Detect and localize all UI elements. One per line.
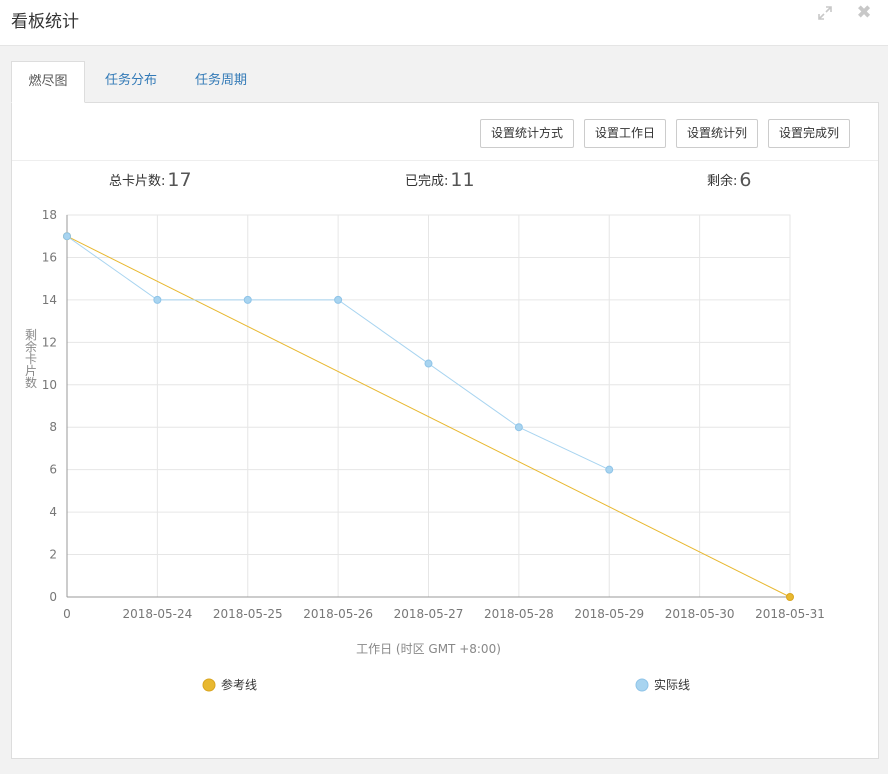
y-tick-label: 8 <box>49 420 57 434</box>
burndown-chart: 0 2 4 6 8 10 12 14 16 18 0 2018-05-24 2018-05-25 2018… <box>25 208 825 692</box>
y-tick-label: 6 <box>49 463 57 477</box>
data-point <box>605 465 614 474</box>
legend-label: 实际线 <box>654 677 690 692</box>
y-tick-label: 16 <box>42 250 57 264</box>
x-tick-label: 2018-05-30 <box>665 607 735 621</box>
y-tick-label: 18 <box>42 208 57 222</box>
y-tick-label: 12 <box>42 335 57 349</box>
data-point <box>153 295 162 304</box>
data-point <box>786 593 794 601</box>
tab-bar: 燃尽图 任务分布 任务周期 <box>11 61 879 103</box>
y-tick-label: 14 <box>42 293 57 307</box>
data-point <box>63 232 71 241</box>
y-axis-title: 剩余卡片数 <box>25 328 37 390</box>
tab-burndown[interactable]: 燃尽图 <box>11 61 85 103</box>
x-tick-label: 2018-05-26 <box>303 607 373 621</box>
legend-label: 参考线 <box>221 677 257 692</box>
chart-grid <box>66 214 791 598</box>
x-tick-label: 2018-05-28 <box>484 607 554 621</box>
x-tick-label: 2018-05-29 <box>574 607 644 621</box>
data-point <box>514 423 523 432</box>
dialog-title: 看板统计 <box>11 12 79 32</box>
x-tick-label: 2018-05-27 <box>394 607 464 621</box>
y-tick-label: 2 <box>49 548 57 562</box>
x-tick-label: 2018-05-25 <box>213 607 283 621</box>
chart-legend: 参考线 实际线 <box>202 677 690 692</box>
tab-task-cycle[interactable]: 任务周期 <box>181 61 261 103</box>
y-tick-label: 10 <box>42 378 57 392</box>
legend-swatch <box>635 678 649 692</box>
x-tick-label: 2018-05-31 <box>755 607 825 621</box>
x-tick-label: 0 <box>63 607 71 621</box>
data-point <box>334 295 343 304</box>
close-icon[interactable]: ✖ <box>855 4 873 22</box>
x-tick-label: 2018-05-24 <box>123 607 193 621</box>
legend-swatch <box>202 678 216 692</box>
tab-task-distribution[interactable]: 任务分布 <box>91 61 171 103</box>
y-tick-label: 0 <box>49 590 57 604</box>
data-point <box>243 295 252 304</box>
data-point <box>424 359 433 368</box>
x-axis-title: 工作日 (时区 GMT +8:00) <box>356 642 501 656</box>
burndown-panel: 设置统计方式 设置工作日 设置统计列 设置完成列 总卡片数: 17 已完成: 11 … <box>11 102 879 759</box>
dialog-header: 看板统计 ✖ <box>0 0 888 46</box>
expand-icon[interactable] <box>816 4 834 22</box>
y-tick-label: 4 <box>49 505 57 519</box>
